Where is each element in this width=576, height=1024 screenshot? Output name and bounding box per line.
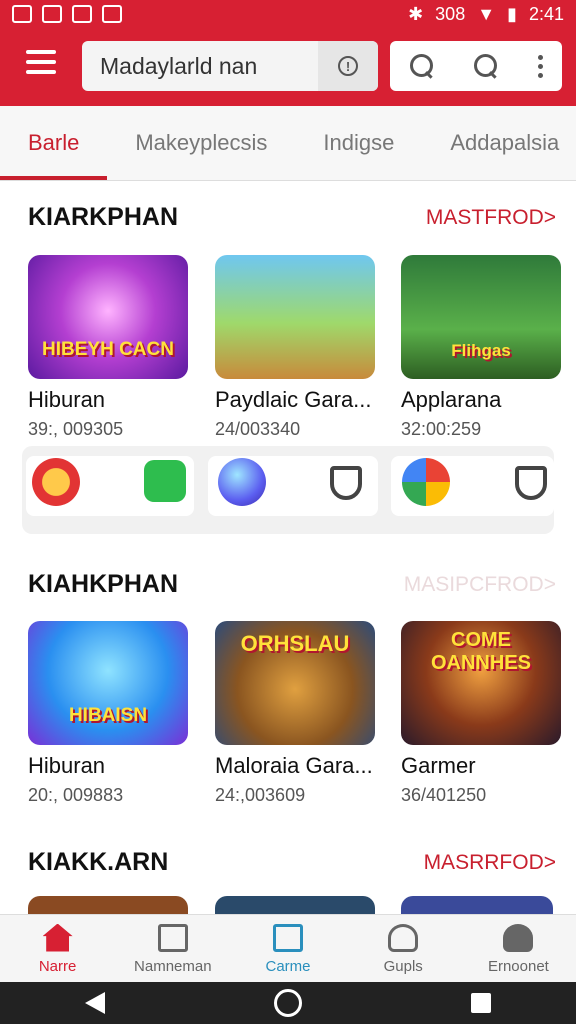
search-icon[interactable] [409,53,435,79]
app-card[interactable]: COME OANNHES Garmer 36/401250 [401,621,561,806]
app-thumbnail: HIBEYH CACN [28,255,188,379]
section-more-link[interactable]: MASIPCFROD> [404,573,556,597]
app-notification-icon [102,5,122,23]
nav-label: Narre [38,957,77,975]
app-count: 24/003340 [215,419,301,439]
nav-label: Ernoonet [487,957,549,975]
nav-label: Namneman [134,957,212,975]
thumbnail-art-text: COME OANNHES [430,629,531,674]
home-icon [42,923,73,952]
app-count: 24:,003609 [215,785,306,805]
app-name: Maloraia Gara... [215,753,373,778]
thumbnail-art-text: HIBEYH CACN [42,339,174,360]
thumbnail-art-text: HIBAISN [68,705,148,726]
gallery-icon [12,5,32,23]
tab-makeyplecsis[interactable]: Makeyplecsis [107,106,295,180]
list-icon [157,923,188,952]
app-card[interactable]: HIBAISN Hiburan 20:, 009883 [28,621,188,806]
shield-icon-2[interactable] [515,466,547,500]
section-title: KIARKPHAN [28,203,178,231]
app-thumbnail: HIBAISN [28,621,188,745]
section-more-link[interactable]: MASRRFOD> [424,851,556,875]
battery-icon: ▮ [507,3,517,24]
tab-barle[interactable]: Barle [0,106,108,180]
app-card[interactable]: ORHSLAU Maloraia Gara... 24:,003609 [215,621,375,806]
info-icon: ! [338,56,358,76]
tab-indigse[interactable]: Indigse [295,106,422,180]
app-thumbnail: COME OANNHES [401,621,561,745]
chrome-icon[interactable] [402,458,450,506]
thumbnail-art-text: Flihgas [451,341,511,360]
app-count: 32:00:259 [401,419,482,439]
category-tabs: Barle Makeyplecsis Indigse Addapalsia [0,106,576,181]
app-thumbnail-partial[interactable] [401,896,553,914]
nav-label: Gupls [383,957,423,975]
search-value: Madaylarld nan [100,52,258,79]
app-card[interactable]: HIBEYH CACN Hiburan 39:, 009305 [28,255,188,440]
app-thumbnail [215,255,375,379]
system-navigation [0,982,576,1024]
thumbnail-art-text: ORHSLAU [240,631,350,656]
app-thumbnail: ORHSLAU [215,621,375,745]
app-thumbnail: Flihgas [401,255,561,379]
action-group [390,41,562,91]
nav-home[interactable]: Narre [0,915,115,983]
app-thumbnail-partial[interactable] [28,896,188,914]
game-app-icon[interactable] [32,458,80,506]
more-options-icon[interactable] [537,54,543,78]
app-name: Hiburan [28,387,106,412]
image-icon [42,5,62,23]
clock: 2:41 [528,3,564,24]
person-icon [388,923,419,952]
account-icon [503,923,534,952]
search-icon-2[interactable] [473,53,499,79]
section-title: KIAHKPHAN [28,570,178,598]
status-count: 308 [435,3,466,24]
section-more-link[interactable]: MASTFROD> [426,206,556,230]
app-thumbnail-partial[interactable] [215,896,375,914]
bottom-navigation: Narre Namneman Carme Gupls Ernoonet [0,914,576,983]
app-name: Paydlaic Gara... [215,387,372,412]
app-card[interactable]: Flihgas Applarana 32:00:259 [401,255,561,440]
app-name: Hiburan [28,753,106,778]
app-bar: Madaylarld nan ! [0,28,576,106]
app-card[interactable]: Paydlaic Gara... 24/003340 [215,255,375,440]
app-name: Garmer [401,753,476,778]
app-count: 20:, 009883 [28,785,124,805]
home-button-icon[interactable] [273,989,302,1017]
app-count: 39:, 009305 [28,419,124,439]
app-name: Applarana [401,387,502,412]
bluetooth-icon: ✱ [408,3,424,24]
status-bar: ✱ 308 ▼ ▮ 2:41 [0,0,576,28]
games-icon [273,923,303,952]
nav-games[interactable]: Carme [230,915,345,983]
section-title: KIAKK.ARN [28,848,169,876]
tab-addapalsia[interactable]: Addapalsia [422,106,576,180]
brush-app-icon[interactable] [218,458,266,506]
facetime-icon[interactable] [144,460,186,502]
wifi-icon: ▼ [477,3,496,24]
info-button[interactable]: ! [318,41,378,91]
nav-account[interactable]: Ernoonet [461,915,576,983]
recents-icon[interactable] [471,993,492,1013]
nav-groups[interactable]: Gupls [346,915,461,983]
search-input[interactable]: Madaylarld nan ! [82,41,378,91]
shield-icon[interactable] [330,466,362,500]
app-count: 36/401250 [401,785,487,805]
menu-icon[interactable] [26,50,56,74]
tag-icon [72,5,92,23]
nav-namneman[interactable]: Namneman [115,915,230,983]
back-icon[interactable] [84,992,105,1014]
nav-label: Carme [265,957,311,975]
